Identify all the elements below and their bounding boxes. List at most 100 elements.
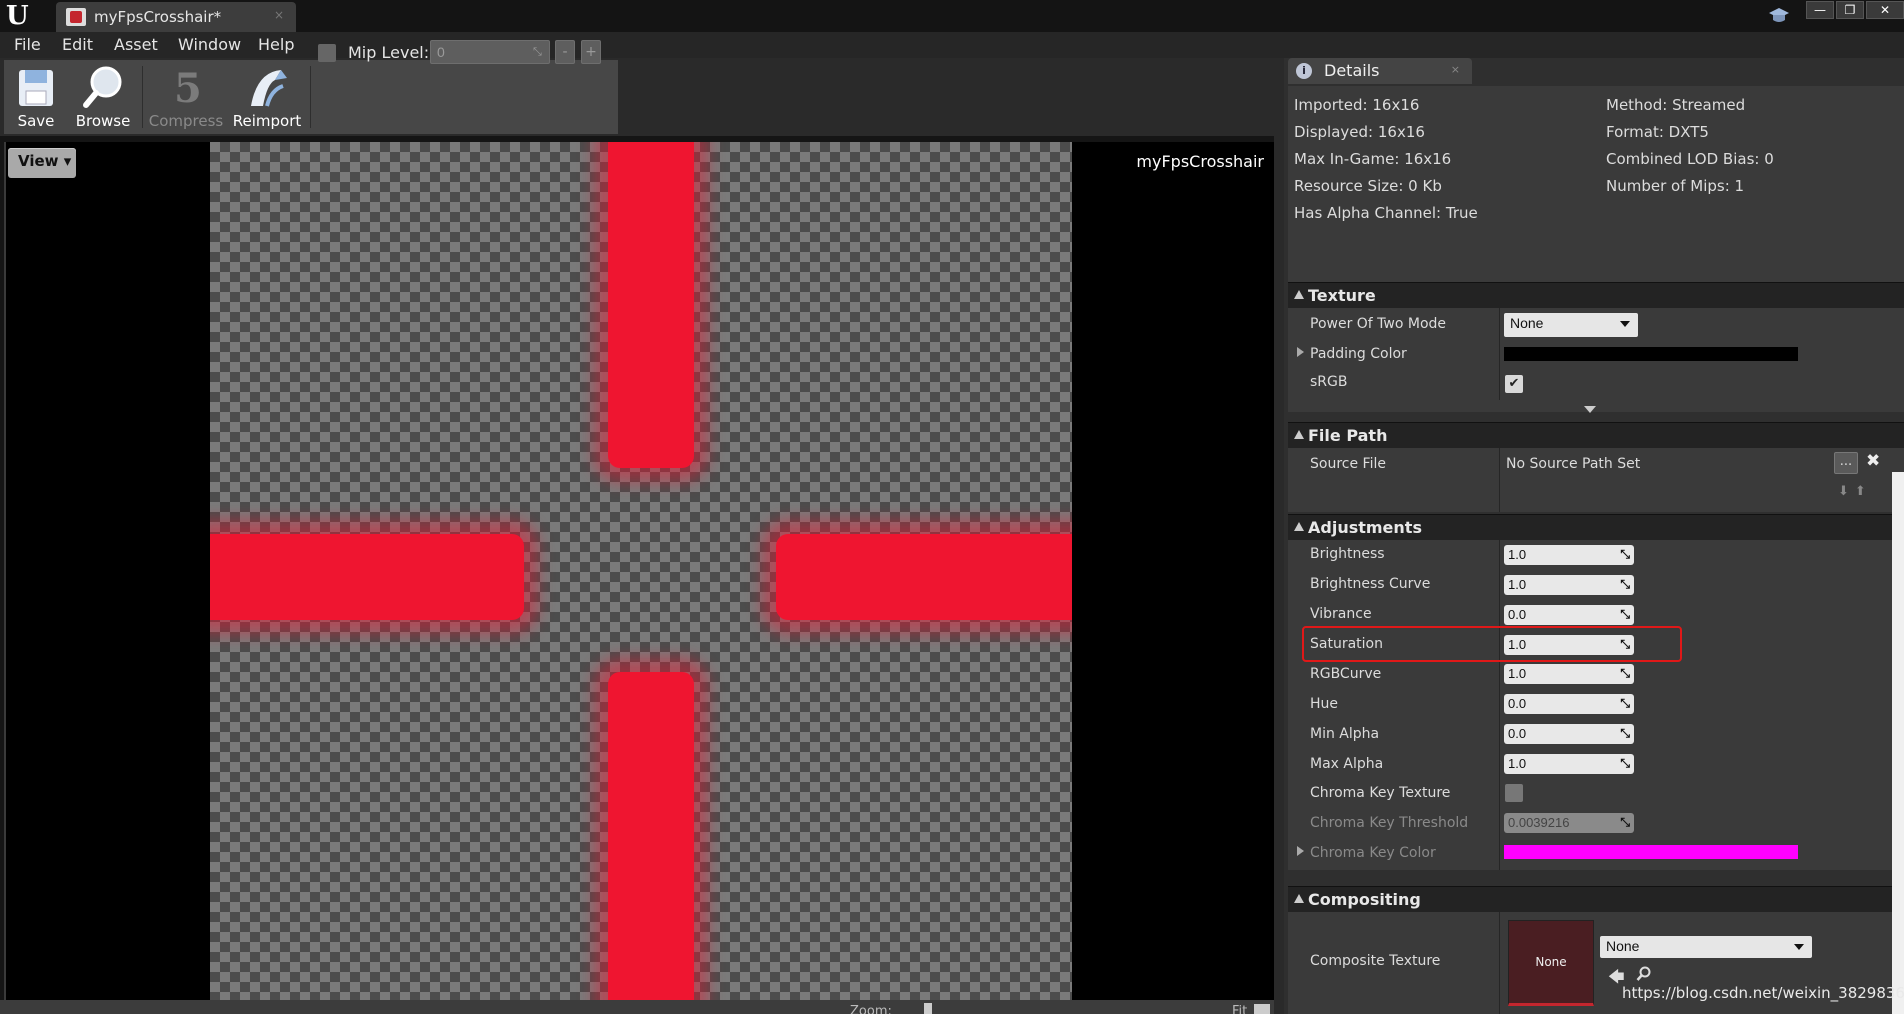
brightness-value: 1.0 [1508, 547, 1527, 562]
browse-asset-search-icon[interactable] [1636, 966, 1652, 982]
brightness-input[interactable]: 1.0 ⤡ [1504, 545, 1634, 565]
mip-level-label: Mip Level: [348, 43, 430, 62]
dropdown-caret-icon [1794, 944, 1804, 950]
zoom-slider-thumb[interactable] [924, 1003, 932, 1014]
power-of-two-mode-label: Power Of Two Mode [1310, 316, 1447, 332]
chroma-key-threshold-label: Chroma Key Threshold [1310, 815, 1469, 831]
power-of-two-mode-dropdown[interactable]: None [1504, 313, 1638, 337]
source-file-value: No Source Path Set [1506, 456, 1641, 472]
tab-close-icon[interactable]: × [274, 8, 284, 22]
close-window-button[interactable]: ✕ [1866, 1, 1904, 19]
magnifier-icon [83, 66, 122, 108]
rgb-curve-input[interactable]: 1.0 ⤡ [1504, 664, 1634, 684]
compositing-section-header[interactable]: Compositing [1288, 886, 1904, 912]
menu-bar: File Edit Asset Window Help [0, 32, 1904, 58]
resize-handle-icon: ⤡ [1620, 756, 1630, 770]
composite-texture-thumbnail[interactable]: None [1508, 920, 1594, 1006]
url-watermark: https://blog.csdn.net/weixin_38298363 [1622, 984, 1904, 1002]
expand-arrow-icon[interactable] [1297, 347, 1304, 357]
resize-handle-icon: ⤡ [533, 45, 542, 58]
file-path-section-header[interactable]: File Path [1288, 422, 1904, 448]
brightness-curve-input[interactable]: 1.0 ⤡ [1504, 575, 1634, 595]
reorder-arrows-icon[interactable]: ⬇⬆ [1838, 484, 1872, 499]
clear-source-file-icon[interactable]: ✖ [1866, 451, 1880, 471]
reimport-icon [251, 70, 287, 107]
menu-asset[interactable]: Asset [114, 35, 158, 54]
collapse-arrow-icon [1294, 290, 1304, 299]
details-tab[interactable]: i Details × [1288, 58, 1472, 84]
texture-preview [210, 142, 1072, 1000]
hue-input[interactable]: 0.0 ⤡ [1504, 694, 1634, 714]
hue-label: Hue [1310, 696, 1339, 712]
save-button[interactable]: Save [4, 60, 68, 134]
menu-help[interactable]: Help [258, 35, 294, 54]
graduation-cap-icon[interactable] [1768, 5, 1790, 27]
zoom-label: Zoom: [850, 1004, 892, 1014]
compress-button[interactable]: 5 Compress [146, 60, 226, 134]
brightness-curve-value: 1.0 [1508, 577, 1527, 592]
texture-section-header[interactable]: Texture [1288, 282, 1904, 308]
browse-source-file-button[interactable]: ... [1834, 452, 1858, 474]
toolbar-separator [142, 66, 143, 128]
column-divider[interactable] [1499, 540, 1500, 870]
reimport-button[interactable]: Reimport [230, 60, 304, 134]
compositing-section-title: Compositing [1308, 890, 1421, 909]
stat-has-alpha: Has Alpha Channel: True [1294, 204, 1478, 222]
crosshair-bottom-bar [608, 672, 694, 1000]
dropdown-caret-icon [1620, 321, 1630, 327]
browse-label: Browse [75, 112, 131, 130]
menu-edit[interactable]: Edit [62, 35, 93, 54]
minimize-button[interactable]: — [1806, 1, 1834, 19]
mip-level-increment-button[interactable]: + [581, 40, 601, 64]
chroma-key-color-swatch[interactable] [1504, 845, 1798, 859]
column-divider[interactable] [1499, 448, 1500, 512]
crosshair-top-bar [608, 142, 694, 468]
min-alpha-input[interactable]: 0.0 ⤡ [1504, 724, 1634, 744]
details-tab-title: Details [1324, 61, 1380, 80]
srgb-checkbox[interactable]: ✔ [1505, 375, 1523, 393]
mip-level-input[interactable] [430, 40, 550, 64]
mip-level-decrement-button[interactable]: - [555, 40, 575, 64]
column-divider[interactable] [1499, 308, 1500, 400]
maximize-button[interactable]: ❐ [1836, 1, 1864, 19]
save-label: Save [17, 112, 55, 130]
title-bar: U myFpsCrosshair* × — ❐ ✕ [0, 0, 1904, 32]
stat-resource-size: Resource Size: 0 Kb [1294, 177, 1442, 195]
view-label: View [18, 152, 59, 170]
tab-close-icon[interactable]: × [1451, 63, 1460, 76]
texture-viewport[interactable] [4, 142, 1274, 1000]
crosshair-left-bar [210, 534, 524, 620]
brightness-curve-label: Brightness Curve [1310, 576, 1431, 592]
max-alpha-value: 1.0 [1508, 756, 1527, 771]
panel-splitter[interactable] [1274, 58, 1284, 1014]
fit-checkbox[interactable] [1254, 1004, 1270, 1014]
resize-handle-icon: ⤡ [1620, 547, 1630, 561]
resize-handle-icon: ⤡ [1620, 666, 1630, 680]
padding-color-swatch[interactable] [1504, 347, 1798, 361]
max-alpha-input[interactable]: 1.0 ⤡ [1504, 754, 1634, 774]
adjustments-section-header[interactable]: Adjustments [1288, 514, 1904, 540]
vibrance-label: Vibrance [1310, 606, 1372, 622]
resize-handle-icon: ⤡ [1620, 726, 1630, 740]
chroma-key-texture-checkbox[interactable] [1505, 784, 1523, 802]
stat-method: Method: Streamed [1606, 96, 1746, 114]
chroma-key-threshold-value: 0.0039216 [1508, 815, 1570, 830]
composite-texture-dropdown[interactable]: None [1600, 936, 1812, 958]
menu-file[interactable]: File [14, 35, 41, 54]
hue-value: 0.0 [1508, 696, 1527, 711]
stat-number-of-mips: Number of Mips: 1 [1606, 177, 1745, 195]
collapse-arrow-icon [1294, 522, 1304, 531]
advanced-expand-icon[interactable] [1584, 406, 1596, 413]
details-scrollbar[interactable] [1892, 472, 1904, 1014]
document-tab[interactable]: myFpsCrosshair* × [56, 2, 296, 32]
expand-arrow-icon[interactable] [1297, 846, 1304, 856]
column-divider[interactable] [1499, 912, 1500, 1014]
mip-level-checkbox[interactable] [318, 44, 336, 62]
view-dropdown-button[interactable]: View ▾ [8, 148, 76, 178]
min-alpha-value: 0.0 [1508, 726, 1527, 741]
unreal-logo-icon[interactable]: U [6, 2, 32, 30]
menu-window[interactable]: Window [178, 35, 241, 54]
browse-button[interactable]: Browse [70, 60, 136, 134]
vibrance-input[interactable]: 0.0 ⤡ [1504, 605, 1634, 625]
stat-lod-bias: Combined LOD Bias: 0 [1606, 150, 1774, 168]
